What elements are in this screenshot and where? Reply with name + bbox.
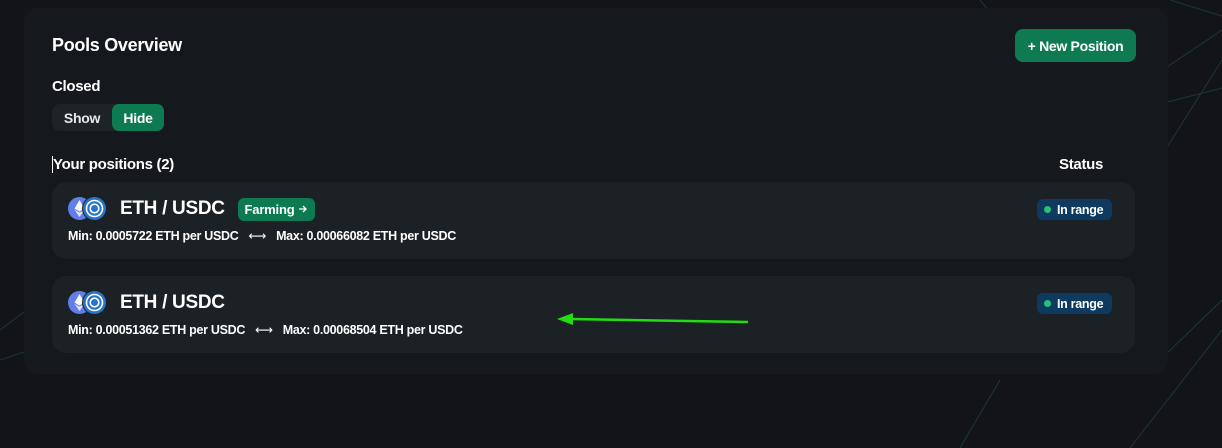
arrow-right-icon: [298, 202, 308, 217]
range-arrow-icon: ⟷: [248, 229, 267, 243]
pair-label: ETH / USDC: [120, 198, 225, 219]
status-badge: In range: [1037, 199, 1112, 220]
status-dot-icon: [1044, 300, 1051, 307]
closed-toggle: Show Hide: [52, 104, 164, 131]
token-pair-icons: [68, 291, 108, 315]
new-position-button[interactable]: + New Position: [1015, 29, 1136, 62]
price-range: Min: 0.0005722 ETH per USDC ⟷ Max: 0.000…: [68, 228, 456, 244]
pair-label: ETH / USDC: [120, 292, 225, 313]
closed-label: Closed: [52, 78, 101, 95]
show-closed-button[interactable]: Show: [52, 104, 112, 131]
position-card[interactable]: ETH / USDC Min: 0.00051362 ETH per USDC …: [52, 276, 1135, 353]
token-pair-icons: [68, 197, 108, 221]
usdc-icon: [83, 197, 106, 220]
min-price: Min: 0.0005722 ETH per USDC: [68, 228, 239, 243]
farming-badge[interactable]: Farming: [238, 198, 315, 221]
min-price: Min: 0.00051362 ETH per USDC: [68, 322, 246, 337]
position-card[interactable]: ETH / USDC Farming Min: 0.0005722 ETH pe…: [52, 182, 1135, 259]
max-price: Max: 0.00066082 ETH per USDC: [276, 228, 456, 243]
status-column-header: Status: [1059, 156, 1104, 173]
positions-header: Your positions (2): [52, 156, 174, 173]
status-label: In range: [1057, 202, 1104, 217]
hide-closed-button[interactable]: Hide: [112, 104, 164, 131]
page-title: Pools Overview: [52, 35, 182, 55]
range-arrow-icon: ⟷: [255, 323, 273, 337]
max-price: Max: 0.00068504 ETH per USDC: [282, 322, 463, 337]
usdc-icon: [83, 291, 106, 314]
price-range: Min: 0.00051362 ETH per USDC ⟷ Max: 0.00…: [68, 322, 463, 338]
status-badge: In range: [1037, 293, 1112, 314]
farming-label: Farming: [244, 202, 295, 217]
status-dot-icon: [1044, 206, 1051, 213]
status-label: In range: [1057, 296, 1104, 311]
